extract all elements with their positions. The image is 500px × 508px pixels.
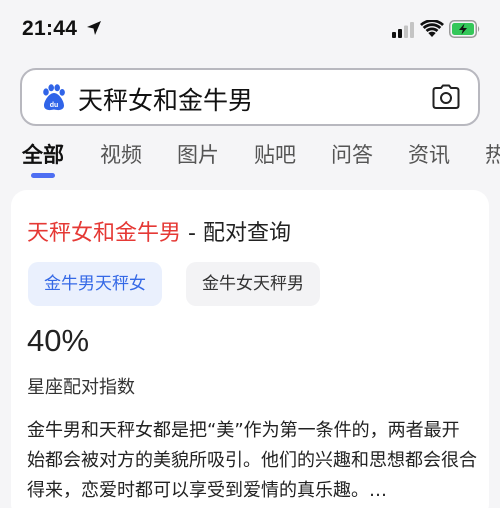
location-arrow-icon <box>87 21 101 35</box>
wifi-icon <box>420 20 444 37</box>
status-time: 21:44 <box>22 17 78 40</box>
tab-all[interactable]: 全部 <box>22 139 64 169</box>
chip-taurus-man-libra-woman[interactable]: 金牛男天秤女 <box>28 262 162 306</box>
svg-text:du: du <box>50 102 59 109</box>
status-bar: 21:44 <box>0 0 500 60</box>
battery-charging-icon <box>449 20 480 38</box>
tab-qa[interactable]: 问答 <box>331 139 373 169</box>
result-title[interactable]: 天秤女和金牛男 - 配对查询 <box>27 215 291 247</box>
camera-icon[interactable] <box>432 84 460 110</box>
result-description[interactable]: 金牛男和天秤女都是把“美”作为第一条件的，两者最开始都会被对方的美貌所吸引。他们… <box>27 416 477 506</box>
baidu-paw-icon[interactable]: du <box>40 84 68 112</box>
match-index-label: 星座配对指数 <box>27 377 135 398</box>
result-title-highlight[interactable]: 天秤女和金牛男 <box>27 221 181 246</box>
active-tab-indicator <box>31 173 55 178</box>
result-card: 天秤女和金牛男 - 配对查询 金牛男天秤女 金牛女天秤男 40% 星座配对指数 … <box>11 190 489 508</box>
search-input[interactable]: 天秤女和金牛男 <box>78 81 253 117</box>
tab-bar: 全部 视频 图片 贴吧 问答 资讯 热 <box>0 132 500 180</box>
tab-images[interactable]: 图片 <box>177 139 219 169</box>
tab-video[interactable]: 视频 <box>100 139 142 169</box>
tab-tieba[interactable]: 贴吧 <box>254 139 296 169</box>
tab-hot[interactable]: 热 <box>485 139 500 169</box>
result-title-rest[interactable]: - 配对查询 <box>181 221 291 246</box>
search-bar[interactable]: du 天秤女和金牛男 <box>20 68 480 126</box>
tab-news[interactable]: 资讯 <box>408 139 450 169</box>
match-percent: 40% <box>27 323 90 358</box>
chip-taurus-woman-libra-man[interactable]: 金牛女天秤男 <box>186 262 320 306</box>
cellular-signal-icon <box>392 22 414 38</box>
